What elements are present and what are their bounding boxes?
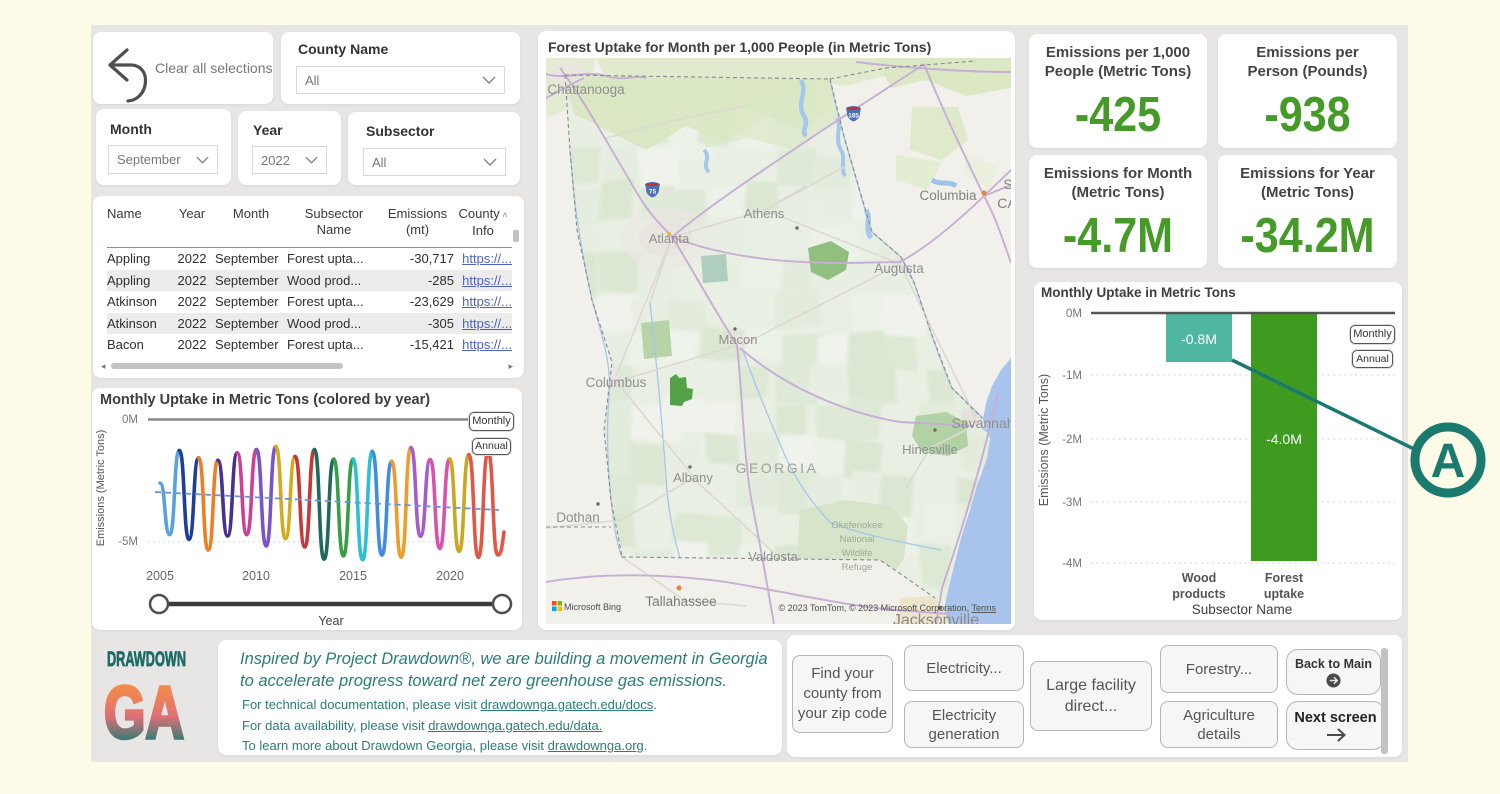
svg-text:GEORGIA: GEORGIA <box>736 460 819 476</box>
svg-text:Dothan: Dothan <box>556 510 600 525</box>
svg-text:Okefenokee: Okefenokee <box>831 520 882 531</box>
svg-text:S: S <box>1003 176 1011 192</box>
svg-text:products: products <box>1172 587 1226 601</box>
svg-text:Augusta: Augusta <box>874 261 924 276</box>
svg-text:Subsector Name: Subsector Name <box>1192 602 1293 617</box>
svg-text:75: 75 <box>649 189 657 196</box>
svg-text:GA: GA <box>104 671 184 745</box>
svg-text:National: National <box>840 534 875 545</box>
svg-text:Emissions (Metric Tons): Emissions (Metric Tons) <box>95 430 107 547</box>
svg-text:uptake: uptake <box>1264 587 1304 601</box>
svg-text:0M: 0M <box>122 414 138 426</box>
svg-text:-0.8M: -0.8M <box>1181 331 1217 347</box>
svg-text:2020: 2020 <box>436 569 464 583</box>
svg-text:Macon: Macon <box>718 332 757 347</box>
svg-text:185: 185 <box>848 113 859 120</box>
svg-text:DRAWDOWN: DRAWDOWN <box>107 648 186 671</box>
svg-text:Refuge: Refuge <box>842 562 873 573</box>
svg-text:Columbia: Columbia <box>919 188 977 203</box>
svg-text:-2M: -2M <box>1062 434 1082 446</box>
svg-text:Atlanta: Atlanta <box>649 231 690 246</box>
svg-text:CA: CA <box>997 195 1011 211</box>
svg-text:Athens: Athens <box>744 206 785 221</box>
svg-text:2015: 2015 <box>339 569 367 583</box>
svg-text:Valdosta: Valdosta <box>748 549 798 564</box>
svg-text:-4M: -4M <box>1062 558 1082 570</box>
svg-text:-1M: -1M <box>1062 370 1082 382</box>
svg-text:Columbus: Columbus <box>586 375 647 390</box>
svg-text:© 2023 TomTom, © 2023 Microsof: © 2023 TomTom, © 2023 Microsoft Corporat… <box>778 603 996 613</box>
svg-text:Year: Year <box>318 614 343 628</box>
svg-text:Microsoft Bing: Microsoft Bing <box>564 602 621 612</box>
svg-text:Tallahassee: Tallahassee <box>645 594 716 609</box>
svg-text:Hinesville: Hinesville <box>902 442 958 457</box>
svg-text:Emissions (Metric Tons): Emissions (Metric Tons) <box>1037 374 1051 506</box>
svg-text:2005: 2005 <box>146 569 174 583</box>
svg-text:Wood: Wood <box>1182 571 1216 585</box>
svg-text:-3M: -3M <box>1062 497 1082 509</box>
svg-text:Forest: Forest <box>1265 571 1304 585</box>
svg-text:Wildlife: Wildlife <box>842 548 873 559</box>
svg-text:0M: 0M <box>1066 308 1082 320</box>
svg-text:Chattanooga: Chattanooga <box>547 82 625 97</box>
svg-text:Savannah: Savannah <box>951 415 1011 431</box>
svg-text:-5M: -5M <box>118 536 138 548</box>
svg-text:A: A <box>1431 435 1466 488</box>
svg-text:2010: 2010 <box>242 569 270 583</box>
svg-text:Albany: Albany <box>673 470 713 485</box>
svg-text:Jacksonville: Jacksonville <box>893 612 979 624</box>
